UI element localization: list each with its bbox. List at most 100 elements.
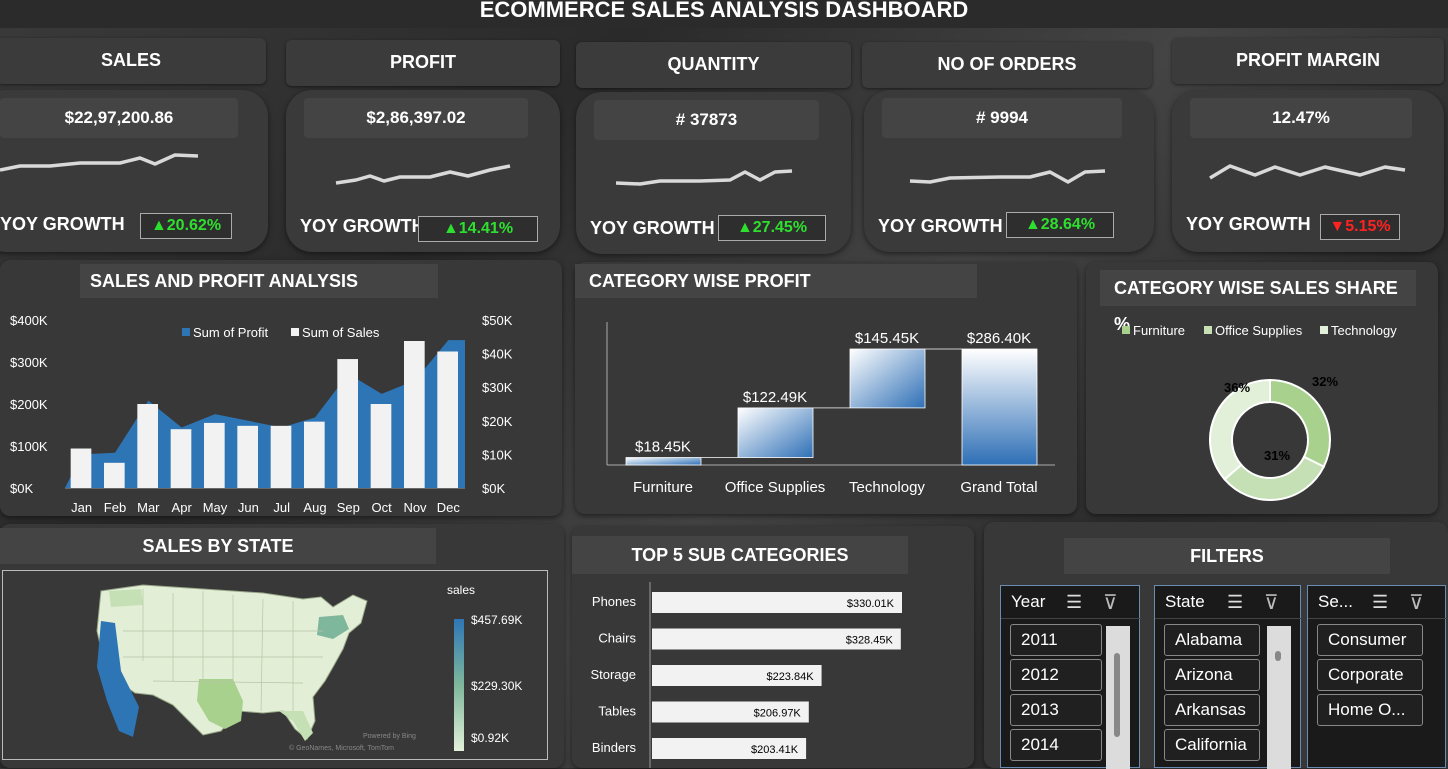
slicer-segment[interactable]: Se... ☰ ⊽ Consumer Corporate Home O...: [1307, 585, 1447, 768]
x-tick-jul: Jul: [273, 500, 290, 515]
clear-filter-icon[interactable]: ⊽: [1103, 590, 1118, 615]
legend-sales: Sum of Sales: [302, 325, 380, 340]
right-tick: $50K: [482, 313, 513, 328]
right-tick: $30K: [482, 380, 513, 395]
top5-category-2: Storage: [590, 667, 636, 682]
clear-filter-icon[interactable]: ⊽: [1409, 590, 1424, 615]
map-credit: © GeoNames, Microsoft, TomTom: [289, 745, 394, 752]
x-tick-aug: Aug: [303, 500, 326, 515]
slicer-item-year[interactable]: 2014: [1010, 729, 1102, 761]
scrollbar[interactable]: [1267, 626, 1291, 769]
category-profit-title: CATEGORY WISE PROFIT: [575, 264, 977, 298]
map-legend-min: $0.92K: [471, 731, 510, 745]
slicer-title-year: Year: [1011, 592, 1046, 611]
slicer-divider: [1308, 618, 1447, 619]
slicer-item-state[interactable]: Arkansas: [1164, 694, 1260, 726]
kpi-header-4: NO OF ORDERS: [862, 42, 1152, 88]
kpi-header-5: PROFIT MARGIN: [1172, 38, 1444, 84]
sales-bar-jan: [70, 448, 92, 488]
waterfall-category-1: Office Supplies: [725, 479, 826, 496]
top5-label-3: $206.97K: [754, 708, 802, 720]
sales-bar-feb: [104, 462, 125, 488]
slicer-item-state[interactable]: Arizona: [1164, 659, 1260, 691]
slicer-divider: [1001, 618, 1141, 619]
top5-category-4: Binders: [592, 740, 637, 755]
x-tick-dec: Dec: [437, 500, 461, 515]
waterfall-label-3: $286.40K: [967, 330, 1031, 347]
kpi-card-4: # 9994 YOY GROWTH ▲28.64%: [864, 90, 1154, 252]
x-tick-apr: Apr: [172, 500, 193, 515]
slicer-item-segment[interactable]: Corporate: [1317, 659, 1423, 691]
top5-category-0: Phones: [592, 594, 637, 609]
x-tick-feb: Feb: [104, 500, 126, 515]
right-tick: $0K: [482, 481, 505, 496]
us-map: [96, 584, 368, 741]
scrollbar-thumb[interactable]: [1114, 653, 1120, 737]
sparkline-line: [1209, 164, 1406, 180]
clear-filter-icon[interactable]: ⊽: [1264, 590, 1279, 615]
slicer-state[interactable]: State ☰ ⊽ Alabama Arizona Arkansas California: [1154, 585, 1302, 769]
sales-bar-jun: [237, 425, 258, 488]
slicer-divider: [1155, 618, 1302, 619]
top5-label-4: $203.41K: [751, 744, 799, 756]
state-map[interactable]: sales $457.69K $229.30K $0.92K Powered b…: [2, 570, 548, 760]
right-tick: $10K: [482, 447, 513, 462]
left-tick: $300K: [10, 355, 48, 370]
kpi-card-3: # 37873 YOY GROWTH ▲27.45%: [576, 92, 851, 254]
slicer-item-year[interactable]: 2013: [1010, 694, 1102, 726]
slicer-item-year[interactable]: 2012: [1010, 659, 1102, 691]
multi-select-icon[interactable]: ☰: [1372, 592, 1388, 613]
x-tick-may: May: [203, 500, 228, 515]
top5-title: TOP 5 SUB CATEGORIES: [572, 536, 908, 574]
sparkline: [0, 153, 199, 172]
legend-sales-swatch: [291, 328, 299, 336]
top5-chart: Phones $330.01K Chairs $328.45K Storage $223.…: [590, 582, 902, 768]
waterfall-label-2: $145.45K: [855, 330, 919, 347]
washington-shape: [109, 589, 143, 607]
multi-select-icon[interactable]: ☰: [1066, 592, 1082, 613]
waterfall-label-1: $122.49K: [743, 389, 807, 406]
waterfall-bar-0: [625, 457, 702, 466]
sparkline-line: [0, 153, 199, 172]
sales-bar-dec: [437, 351, 458, 488]
legend-item-2: Technology: [1331, 323, 1397, 338]
waterfall-bar-1: [737, 407, 814, 458]
slicer-item-state[interactable]: California: [1164, 729, 1260, 761]
x-tick-oct: Oct: [372, 500, 393, 515]
sales-bar-mar: [137, 404, 158, 488]
kpi-card-5: 12.47% YOY GROWTH ▼5.15%: [1172, 90, 1444, 252]
category-profit-chart: $18.45K Furniture $122.49K Office Supplies $…: [606, 322, 1055, 496]
sparkline: [615, 169, 793, 186]
kpi-card-1: $22,97,200.86 YOY GROWTH ▲20.62%: [0, 90, 268, 252]
scrollbar-thumb[interactable]: [1275, 651, 1281, 661]
sales-bar-oct: [370, 404, 392, 488]
sales-profit-title: SALES AND PROFIT ANALYSIS: [80, 264, 438, 298]
sales-profit-panel: SALES AND PROFIT ANALYSIS $400K $300K $200…: [0, 260, 562, 516]
right-tick: $20K: [482, 414, 513, 429]
slicer-item-segment[interactable]: Consumer: [1317, 624, 1423, 656]
x-tick-nov: Nov: [403, 500, 427, 515]
donut-label-2: 36%: [1224, 380, 1250, 395]
sparkline-line: [909, 169, 1106, 184]
slicer-item-state[interactable]: Alabama: [1164, 624, 1260, 656]
waterfall-bar-2: [849, 348, 926, 409]
map-legend-title: sales: [447, 583, 476, 597]
sales-bar-aug: [304, 421, 325, 488]
waterfall-category-2: Technology: [849, 479, 925, 496]
legend-item-0: Furniture: [1133, 323, 1185, 338]
category-share-chart: Furniture Office Supplies Technology 32% 31%…: [1122, 323, 1397, 501]
dashboard-title: ECOMMERCE SALES ANALYSIS DASHBOARD: [0, 0, 1448, 28]
multi-select-icon[interactable]: ☰: [1227, 592, 1243, 613]
legend-item-1: Office Supplies: [1215, 323, 1303, 338]
slicer-year[interactable]: Year ☰ ⊽ 2011 2012 2013 2014: [1000, 585, 1141, 769]
sales-bar-sep: [337, 359, 358, 488]
slicer-item-segment[interactable]: Home O...: [1317, 694, 1423, 726]
left-tick: $400K: [10, 313, 48, 328]
waterfall-category-3: Grand Total: [960, 479, 1037, 496]
slicer-item-year[interactable]: 2011: [1010, 624, 1102, 656]
sales-bar-apr: [170, 429, 192, 488]
left-tick: $100K: [10, 439, 48, 454]
category-share-title: CATEGORY WISE SALES SHARE %: [1100, 270, 1416, 334]
donut-label-1: 31%: [1264, 448, 1290, 463]
category-share-panel: CATEGORY WISE SALES SHARE % Furniture Off…: [1086, 262, 1438, 514]
